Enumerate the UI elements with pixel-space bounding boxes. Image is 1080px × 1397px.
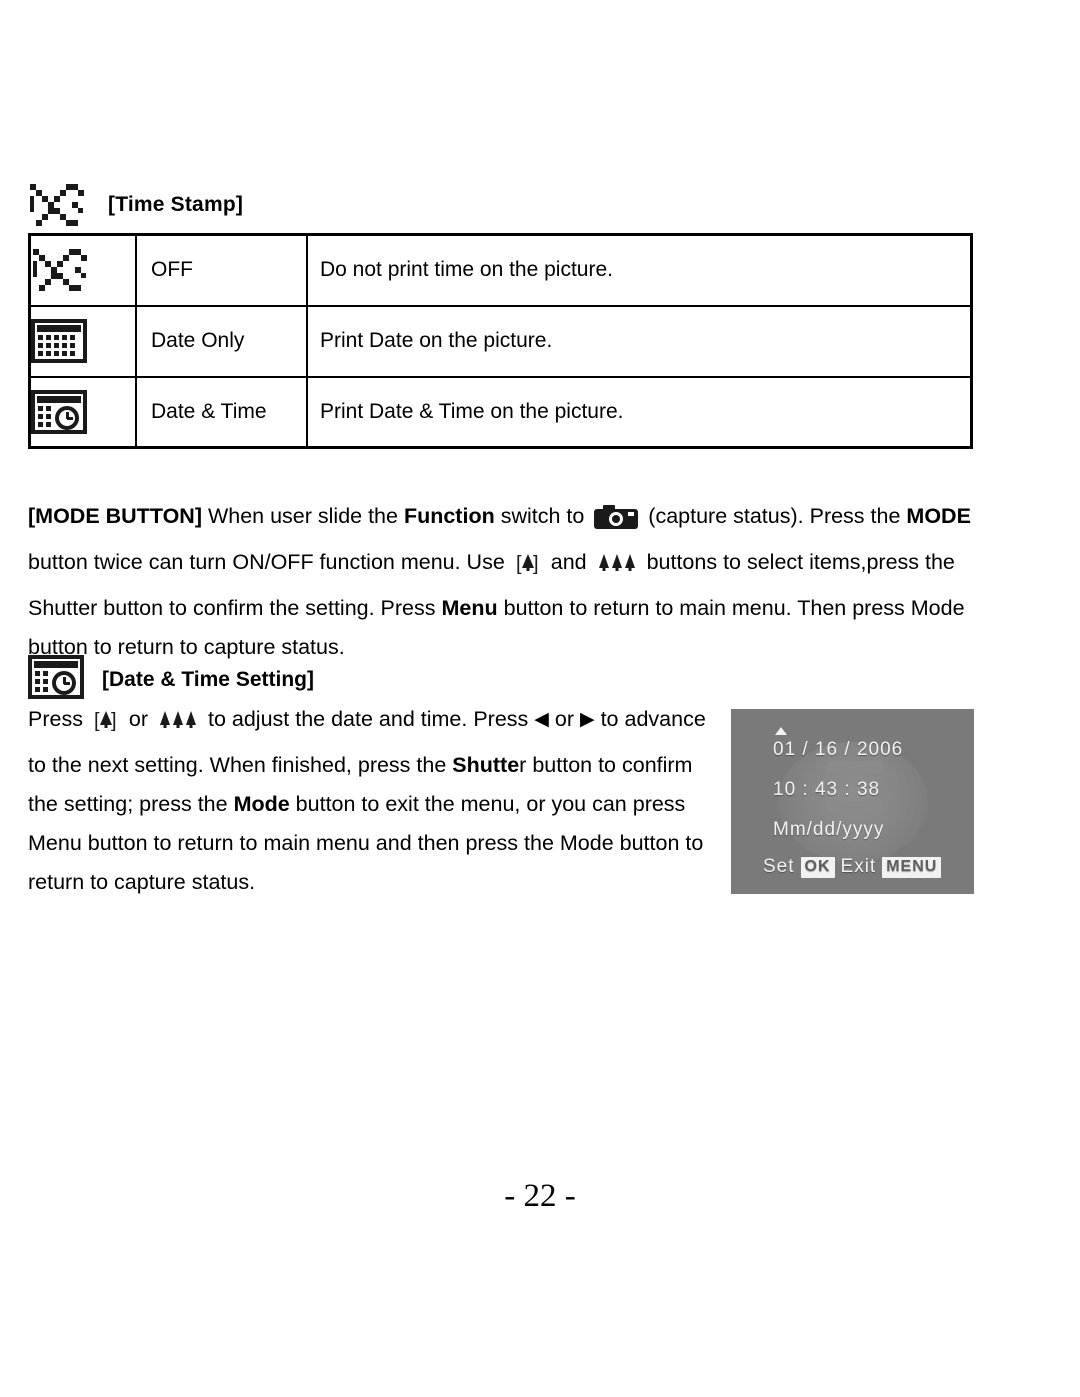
date-and-time-icon xyxy=(28,655,84,704)
dts-text-1: Press xyxy=(28,707,89,731)
mode-bold: MODE xyxy=(906,504,971,528)
row-name: Date Only xyxy=(135,304,308,378)
row-name: Date & Time xyxy=(135,375,308,449)
dts-text-4: or xyxy=(548,707,580,731)
single-tree-button-icon: [] xyxy=(514,550,542,589)
mode-text-6: buttons to select items, xyxy=(640,550,867,574)
lcd-preview: 01 / 16 / 2006 10 : 43 : 38 Mm/dd/yyyy S… xyxy=(731,709,974,894)
mode-button-tag: [MODE BUTTON] xyxy=(28,504,202,528)
page-number: - 22 - xyxy=(504,1178,576,1214)
date-time-setting-label: [Date & Time Setting] xyxy=(102,667,314,691)
menu-bold: Menu xyxy=(441,596,498,620)
dts-text-2: or xyxy=(122,707,155,731)
mode-text-8: button to return to main menu. xyxy=(497,596,792,620)
right-arrow-icon: ▶ xyxy=(579,709,595,730)
triple-tree-button-icon xyxy=(596,550,638,589)
mode-text-4: button twice can turn ON/OFF function me… xyxy=(28,550,511,574)
mode-button-paragraph: [MODE BUTTON] When user slide the Functi… xyxy=(28,497,978,667)
svg-text:[: [ xyxy=(516,553,522,575)
row-desc: Do not print time on the picture. xyxy=(306,233,973,307)
lcd-time-value[interactable]: 10 : 43 : 38 xyxy=(773,779,880,801)
date-only-icon-cell xyxy=(28,304,137,378)
date-and-time-icon xyxy=(31,389,135,434)
row-name: OFF xyxy=(135,233,308,307)
lcd-date-format[interactable]: Mm/dd/yyyy xyxy=(773,819,884,841)
menu-key-icon[interactable]: MENU xyxy=(882,856,942,878)
camera-icon xyxy=(593,504,639,543)
mode-text-2: switch to xyxy=(494,504,591,528)
date-only-icon xyxy=(31,319,135,363)
lcd-watermark-bar xyxy=(827,801,883,813)
mode-text-1: When user slide the xyxy=(201,504,404,528)
svg-text:[: [ xyxy=(94,710,100,732)
stamp-off-icon xyxy=(31,247,135,293)
lcd-date-value[interactable]: 01 / 16 / 2006 xyxy=(773,739,903,761)
table-row: Date & Time Print Date & Time on the pic… xyxy=(28,375,973,449)
lcd-watermark-bar xyxy=(827,761,883,773)
single-tree-button-icon: [] xyxy=(92,707,120,746)
row-desc: Print Date & Time on the picture. xyxy=(306,375,973,449)
date-time-setting-paragraph: Press [] or to adjust the date and time.… xyxy=(28,700,708,902)
function-bold: Function xyxy=(403,504,495,528)
table-row: OFF Do not print time on the picture. xyxy=(28,233,973,307)
left-arrow-icon: ◀ xyxy=(534,709,549,730)
ok-key-icon[interactable]: OK xyxy=(800,856,835,878)
date-time-setting-heading: [Date & Time Setting] xyxy=(28,655,314,704)
mode-bold-2: Mode xyxy=(233,792,290,816)
dts-text-7: r xyxy=(519,753,527,777)
lcd-set-label: Set xyxy=(763,856,795,877)
dts-text-5: to xyxy=(594,707,619,731)
table-row: Date Only Print Date on the picture. xyxy=(28,304,973,378)
shutter-bold: Shutte xyxy=(452,753,520,777)
lcd-footer: Set OK Exit MENU xyxy=(763,856,942,878)
svg-text:]: ] xyxy=(111,710,117,732)
time-stamp-off-icon xyxy=(28,182,86,228)
triple-tree-button-icon xyxy=(157,707,199,746)
lcd-exit-label: Exit xyxy=(840,856,877,877)
time-stamp-heading: [Time Stamp] xyxy=(28,182,243,228)
mode-text-3: (capture status). Press the xyxy=(642,504,907,528)
stamp-off-icon-cell xyxy=(28,233,137,307)
up-caret-icon xyxy=(775,727,787,735)
row-desc: Print Date on the picture. xyxy=(306,304,973,378)
mode-text-5: and xyxy=(544,550,593,574)
manual-page: [Time Stamp] OFF Do not print time on th… xyxy=(0,0,1080,1397)
dts-text-3: to adjust the date and time. Press xyxy=(202,707,535,731)
date-and-time-icon-cell xyxy=(28,375,137,449)
time-stamp-table: OFF Do not print time on the picture. Da… xyxy=(28,233,973,449)
svg-text:]: ] xyxy=(533,553,539,575)
time-stamp-heading-label: [Time Stamp] xyxy=(108,193,244,216)
dts-text-9: button to exit xyxy=(289,792,419,816)
